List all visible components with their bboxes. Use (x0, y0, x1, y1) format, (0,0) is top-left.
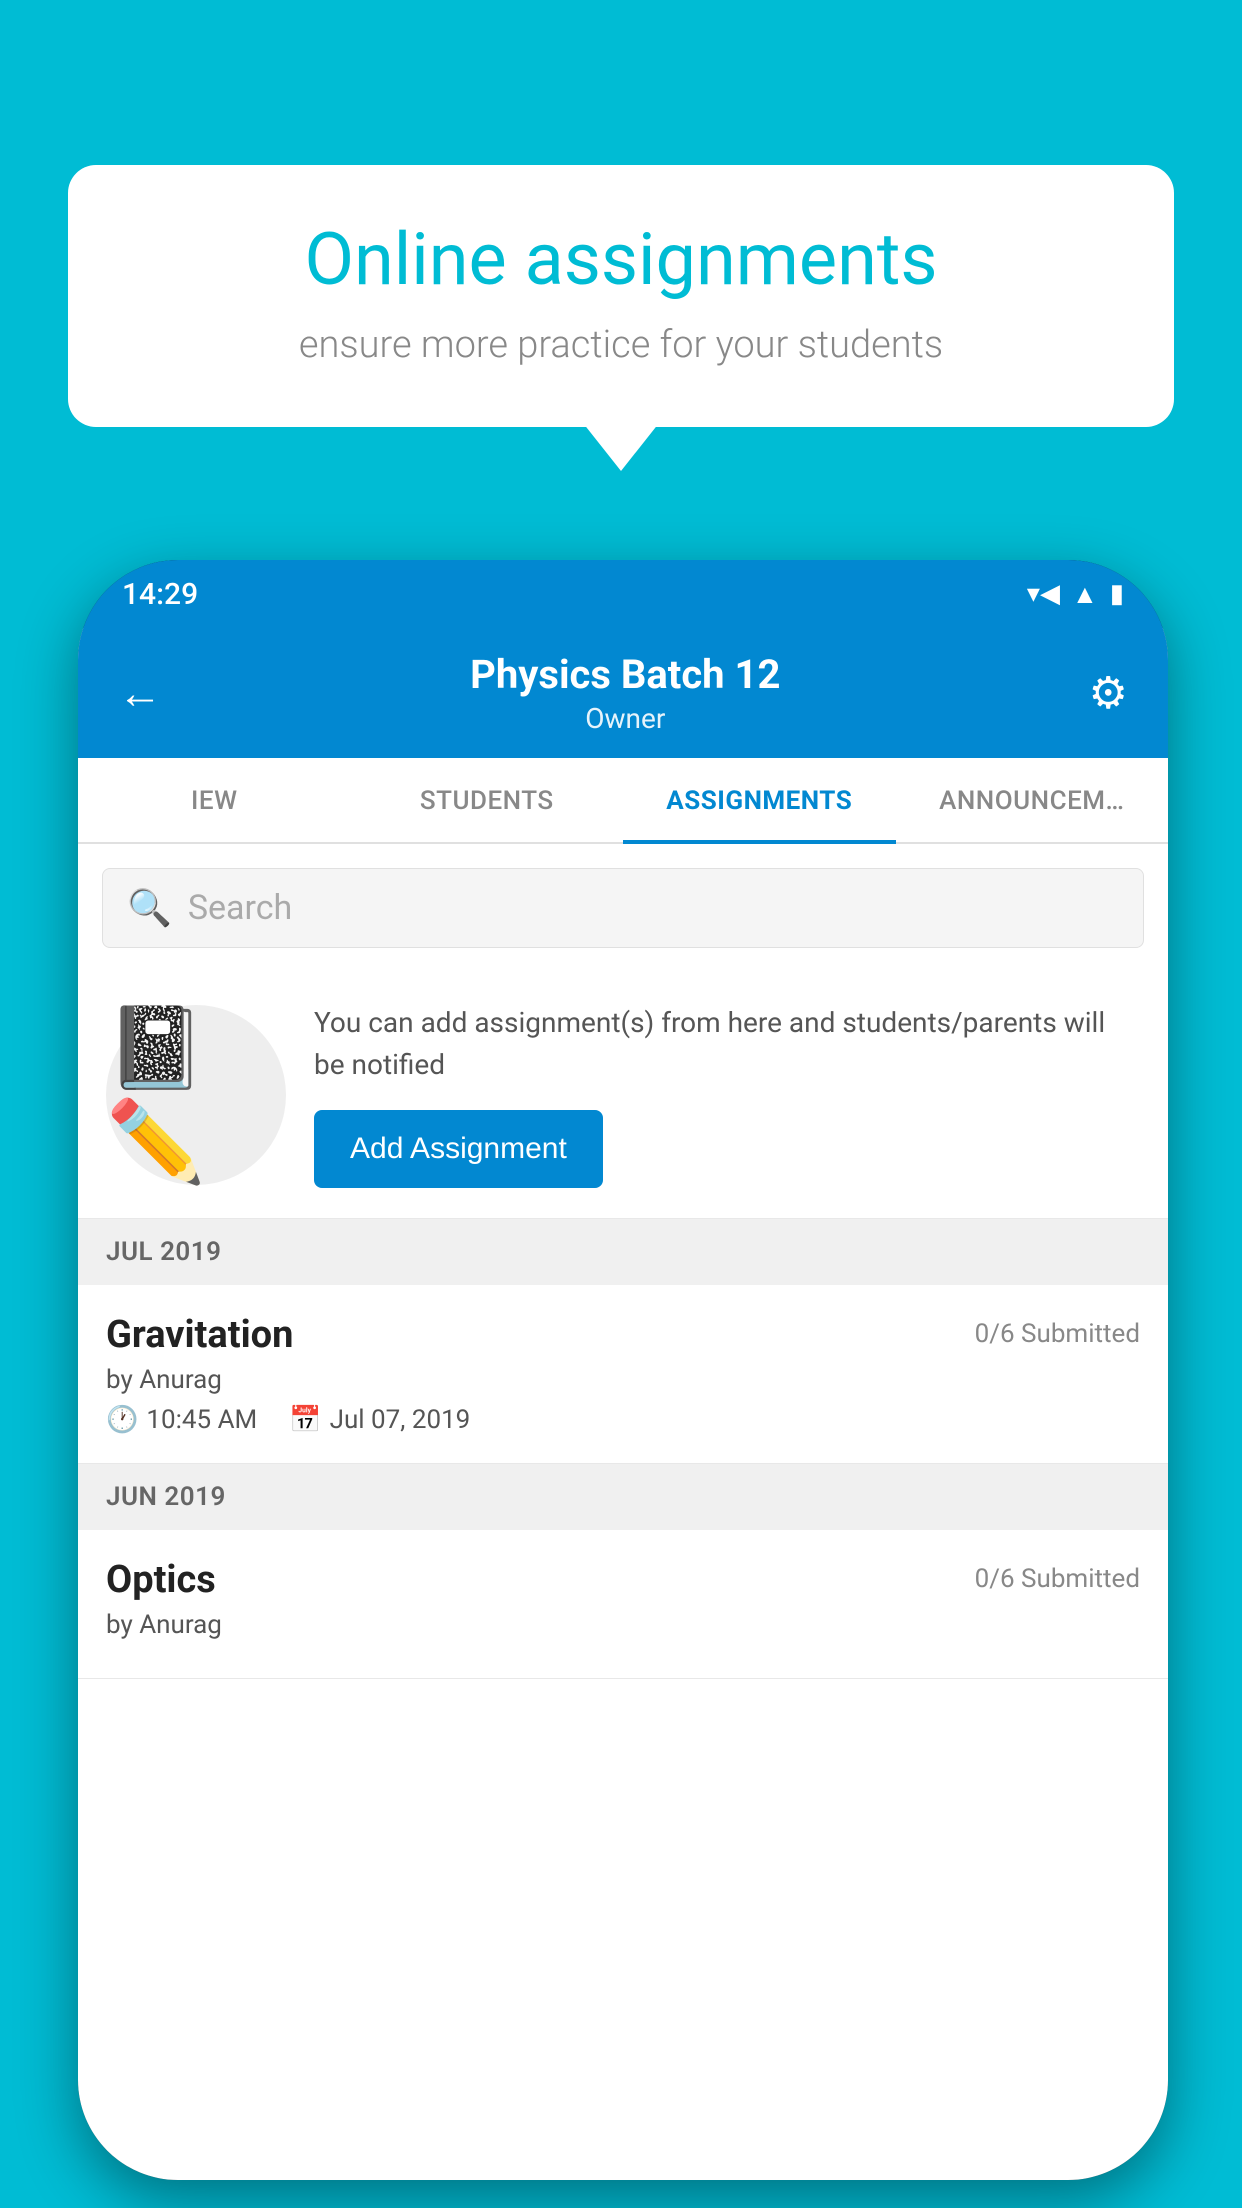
tab-students[interactable]: STUDENTS (351, 758, 624, 842)
section-header-jul: JUL 2019 (78, 1219, 1168, 1285)
header-title: Physics Batch 12 (470, 651, 780, 698)
assignment-time-value: 10:45 AM (146, 1405, 257, 1435)
section-header-jun: JUN 2019 (78, 1464, 1168, 1530)
status-icons: ▾◀ ▲ ▮ (1027, 579, 1124, 610)
battery-icon: ▮ (1110, 579, 1124, 609)
promo-description: You can add assignment(s) from here and … (314, 1002, 1140, 1086)
signal-icon: ▲ (1072, 579, 1098, 610)
assignment-meta-gravitation: 🕐 10:45 AM 📅 Jul 07, 2019 (106, 1405, 1140, 1435)
tabs-bar: IEW STUDENTS ASSIGNMENTS ANNOUNCEM… (78, 758, 1168, 844)
assignment-promo: 📓✏️ You can add assignment(s) from here … (78, 972, 1168, 1219)
tab-assignments[interactable]: ASSIGNMENTS (623, 758, 896, 844)
speech-bubble-container: Online assignments ensure more practice … (68, 165, 1174, 427)
assignment-time-gravitation: 🕐 10:45 AM (106, 1405, 257, 1435)
assignment-name-gravitation: Gravitation (106, 1313, 293, 1357)
search-placeholder: Search (188, 888, 292, 928)
search-bar[interactable]: 🔍 Search (102, 868, 1144, 948)
search-icon: 🔍 (127, 887, 172, 929)
speech-bubble: Online assignments ensure more practice … (68, 165, 1174, 427)
app-header: ← Physics Batch 12 Owner ⚙ (78, 628, 1168, 758)
header-center: Physics Batch 12 Owner (470, 651, 780, 735)
calendar-icon: 📅 (289, 1405, 321, 1435)
phone-frame: 14:29 ▾◀ ▲ ▮ ← Physics Batch 12 Owner ⚙ … (78, 560, 1168, 2180)
promo-text-area: You can add assignment(s) from here and … (314, 1002, 1140, 1188)
assignment-item-optics[interactable]: Optics 0/6 Submitted by Anurag (78, 1530, 1168, 1679)
search-bar-container: 🔍 Search (78, 844, 1168, 972)
assignment-date-gravitation: 📅 Jul 07, 2019 (289, 1405, 470, 1435)
wifi-icon: ▾◀ (1027, 579, 1060, 609)
speech-bubble-title: Online assignments (128, 220, 1114, 299)
settings-icon[interactable]: ⚙ (1089, 667, 1128, 719)
tab-announcements[interactable]: ANNOUNCEM… (896, 758, 1169, 842)
header-subtitle: Owner (470, 702, 780, 735)
assignment-date-value: Jul 07, 2019 (330, 1405, 471, 1435)
status-time: 14:29 (122, 577, 198, 612)
add-assignment-button[interactable]: Add Assignment (314, 1110, 603, 1188)
assignment-submitted-gravitation: 0/6 Submitted (975, 1319, 1140, 1349)
assignment-author-optics: by Anurag (106, 1610, 1140, 1640)
status-bar: 14:29 ▾◀ ▲ ▮ (78, 560, 1168, 628)
assignment-name-optics: Optics (106, 1558, 216, 1602)
promo-icon-circle: 📓✏️ (106, 1005, 286, 1185)
assignment-submitted-optics: 0/6 Submitted (975, 1564, 1140, 1594)
back-button[interactable]: ← (118, 667, 162, 719)
assignment-author-gravitation: by Anurag (106, 1365, 1140, 1395)
speech-bubble-subtitle: ensure more practice for your students (128, 323, 1114, 367)
tab-iew[interactable]: IEW (78, 758, 351, 842)
assignment-item-gravitation[interactable]: Gravitation 0/6 Submitted by Anurag 🕐 10… (78, 1285, 1168, 1464)
assignment-item-top-optics: Optics 0/6 Submitted (106, 1558, 1140, 1602)
notebook-icon: 📓✏️ (106, 1001, 286, 1189)
assignment-item-top: Gravitation 0/6 Submitted (106, 1313, 1140, 1357)
clock-icon: 🕐 (106, 1405, 138, 1435)
phone-screen: ← Physics Batch 12 Owner ⚙ IEW STUDENTS … (78, 628, 1168, 2180)
